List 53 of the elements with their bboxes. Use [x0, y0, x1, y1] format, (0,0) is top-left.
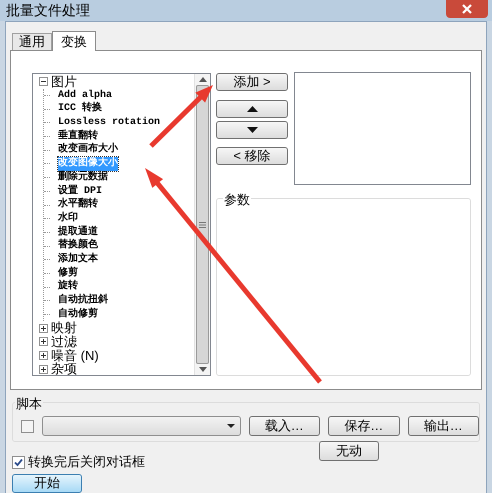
- tree-item[interactable]: 图片: [51, 75, 77, 89]
- tab[interactable]: 变换: [52, 31, 96, 51]
- expand-icon[interactable]: [39, 337, 48, 346]
- tree-item[interactable]: 噪音 (N): [51, 348, 99, 362]
- tree-item[interactable]: 改变画布大小: [58, 143, 118, 158]
- collapse-icon[interactable]: [39, 77, 48, 86]
- tab[interactable]: 通用: [12, 33, 52, 50]
- tree-item[interactable]: 旋转: [58, 280, 78, 294]
- window-title: 批量文件处理: [6, 1, 90, 20]
- expand-icon[interactable]: [39, 324, 48, 333]
- checkbox[interactable]: [21, 420, 34, 432]
- move-down-button[interactable]: [216, 121, 288, 139]
- checkbox[interactable]: [12, 456, 25, 468]
- button[interactable]: 保存…: [328, 416, 400, 436]
- scroll-thumb[interactable]: [196, 85, 209, 364]
- tree-item[interactable]: 过滤: [51, 335, 77, 349]
- tree-item[interactable]: 修剪: [58, 266, 78, 280]
- button[interactable]: 添加 >: [216, 73, 288, 91]
- close-button[interactable]: [446, 0, 488, 18]
- dropdown-caret-icon: [226, 424, 235, 428]
- expand-icon[interactable]: [39, 351, 48, 360]
- check-icon: [14, 458, 23, 466]
- tree-item[interactable]: 映射: [51, 321, 77, 336]
- move-up-button[interactable]: [216, 100, 288, 118]
- down-triangle-icon: [246, 127, 258, 133]
- button[interactable]: 无动: [319, 441, 379, 461]
- button[interactable]: 载入…: [248, 416, 320, 436]
- expand-icon[interactable]: [39, 364, 48, 374]
- close-icon: [461, 4, 473, 14]
- script-dropdown[interactable]: [42, 416, 241, 436]
- tree-item[interactable]: 杂项: [51, 362, 77, 375]
- tree-item[interactable]: 水平翻转: [58, 198, 98, 212]
- button[interactable]: 开始: [12, 474, 82, 492]
- tree-item[interactable]: Add alpha: [58, 88, 112, 102]
- list-box[interactable]: [294, 72, 471, 185]
- tree-item[interactable]: 垂直翻转: [58, 130, 98, 144]
- tree-item[interactable]: 替换颜色: [58, 239, 98, 253]
- grip-icon: [199, 222, 206, 228]
- tree-item[interactable]: 添加文本: [58, 252, 98, 267]
- tree-item[interactable]: 设置 DPI: [58, 184, 102, 198]
- scroll-down-icon[interactable]: [198, 367, 206, 372]
- tree-item[interactable]: 删除元数据: [58, 170, 108, 185]
- button[interactable]: < 移除: [216, 147, 288, 165]
- tree-item[interactable]: 自动抗扭斜: [58, 294, 108, 308]
- tree-item[interactable]: ICC 转换: [58, 102, 102, 116]
- tree-item[interactable]: 自动修剪: [58, 308, 98, 322]
- tree-item[interactable]: 水印: [58, 212, 78, 226]
- up-triangle-icon: [246, 106, 258, 112]
- tree-item[interactable]: 提取通道: [58, 226, 98, 240]
- scroll-up-icon[interactable]: [198, 77, 206, 82]
- button[interactable]: 输出…: [408, 416, 480, 436]
- scrollbar[interactable]: [194, 74, 210, 375]
- tree-item[interactable]: Lossless rotation: [58, 116, 160, 130]
